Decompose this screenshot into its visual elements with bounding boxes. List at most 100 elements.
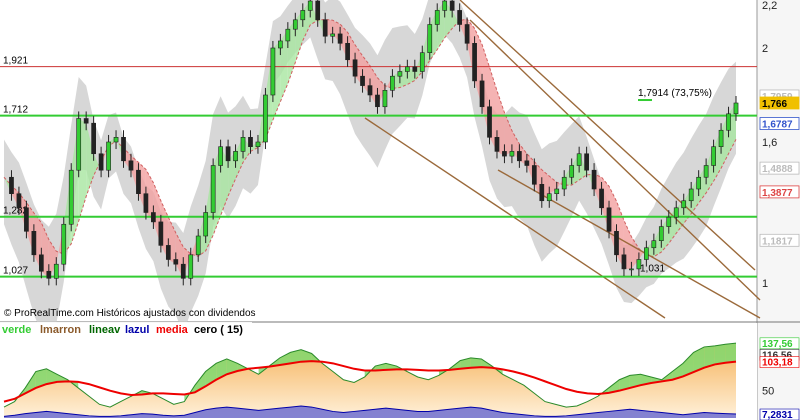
candle-body bbox=[31, 231, 37, 256]
legend-lineav: lineav bbox=[89, 324, 121, 336]
candle-body bbox=[151, 212, 156, 223]
candle-body bbox=[434, 10, 440, 25]
candle-body bbox=[136, 169, 141, 194]
price-tick-label: 1 bbox=[762, 278, 768, 290]
candle-body bbox=[61, 223, 67, 265]
candle-body bbox=[233, 151, 238, 162]
candle-body bbox=[569, 165, 575, 178]
candle-body bbox=[621, 254, 627, 270]
legend-media: media bbox=[156, 324, 189, 336]
candle-body bbox=[248, 137, 253, 148]
candle-body bbox=[479, 80, 485, 108]
indicator-tick-label: 50 bbox=[762, 386, 774, 398]
price-tick-label: 2 bbox=[762, 43, 768, 55]
candle-body bbox=[658, 226, 664, 242]
candle-body bbox=[591, 169, 597, 190]
candle-body bbox=[91, 122, 96, 155]
candle-body bbox=[165, 245, 171, 260]
candle-body bbox=[449, 0, 455, 11]
candle-body bbox=[240, 137, 246, 152]
candle-body bbox=[345, 42, 350, 61]
candle-body bbox=[651, 240, 657, 249]
candle-body bbox=[711, 146, 716, 166]
candle-body bbox=[629, 268, 634, 271]
candle-body bbox=[121, 137, 126, 162]
candle-body bbox=[292, 19, 298, 30]
candle-body bbox=[46, 270, 52, 279]
candle-body bbox=[502, 151, 507, 157]
low-annotation: 1,031 bbox=[640, 264, 665, 275]
candle-body bbox=[546, 193, 552, 202]
candle-body bbox=[382, 90, 388, 108]
indicator-label: 7,2831 bbox=[762, 410, 793, 420]
chart-canvas: 1,9211,7121,2821,027 11,622,2 1,79591,76… bbox=[0, 0, 800, 420]
watermark: © ProRealTime.com Históricos ajustados c… bbox=[4, 308, 256, 319]
candle-body bbox=[554, 188, 560, 194]
candle-body bbox=[561, 176, 567, 190]
candle-body bbox=[83, 118, 89, 124]
level-label: 1,921 bbox=[3, 56, 28, 67]
candle-body bbox=[307, 0, 313, 11]
legend-lmarron: lmarron bbox=[40, 324, 81, 336]
level-label: 1,712 bbox=[3, 105, 28, 116]
candle-body bbox=[285, 28, 291, 42]
candle-body bbox=[300, 10, 306, 21]
indicator-label: 137,56 bbox=[762, 339, 793, 350]
price-label: 1,1817 bbox=[762, 236, 793, 247]
high-annotation: 1,7914 (73,75%) bbox=[638, 88, 712, 99]
indicator-green-area bbox=[725, 343, 736, 363]
candle-body bbox=[666, 216, 672, 227]
candle-body bbox=[218, 146, 223, 166]
indicator-label: 103,18 bbox=[762, 358, 793, 369]
candle-body bbox=[113, 137, 119, 143]
candle-body bbox=[524, 160, 530, 166]
candle-body bbox=[315, 0, 321, 21]
price-tick-label: 2,2 bbox=[762, 0, 777, 12]
candle-body bbox=[76, 118, 82, 171]
candle-body bbox=[696, 176, 702, 190]
candle-body bbox=[337, 33, 343, 44]
price-label: 1,3877 bbox=[762, 188, 793, 199]
candle-body bbox=[487, 106, 492, 138]
price-label: 1,766 bbox=[762, 99, 787, 110]
level-label: 1,027 bbox=[3, 266, 28, 277]
candle-body bbox=[494, 137, 500, 152]
candle-body bbox=[644, 247, 649, 260]
candle-body bbox=[158, 221, 164, 246]
candle-body bbox=[16, 193, 22, 209]
candle-body bbox=[53, 263, 59, 279]
candle-body bbox=[210, 165, 216, 213]
candle-body bbox=[599, 188, 604, 209]
candle-body bbox=[457, 10, 462, 25]
candle-body bbox=[531, 165, 537, 185]
candle-body bbox=[419, 52, 425, 72]
candle-body bbox=[255, 141, 261, 147]
candle-body bbox=[681, 200, 687, 209]
candle-body bbox=[270, 47, 276, 96]
legend-verde: verde bbox=[2, 324, 31, 336]
chart-window: 1,9211,7121,2821,027 11,622,2 1,79591,76… bbox=[0, 0, 800, 420]
candle-body bbox=[330, 33, 336, 37]
candle-body bbox=[9, 176, 14, 195]
candle-body bbox=[322, 19, 328, 37]
candle-body bbox=[173, 259, 179, 265]
price-label: 1,4888 bbox=[762, 164, 793, 175]
candle-body bbox=[352, 59, 358, 77]
candle-body bbox=[576, 153, 582, 166]
candle-body bbox=[472, 42, 477, 82]
candle-body bbox=[584, 153, 589, 171]
candle-body bbox=[106, 141, 111, 171]
candle-body bbox=[539, 184, 545, 202]
candle-body bbox=[442, 0, 448, 11]
candle-body bbox=[464, 24, 470, 44]
candle-body bbox=[726, 113, 731, 131]
candle-body bbox=[68, 169, 74, 225]
candle-body bbox=[24, 207, 29, 232]
candle-body bbox=[412, 66, 418, 72]
candle-body bbox=[375, 94, 380, 108]
candle-body bbox=[517, 151, 522, 162]
candle-body bbox=[98, 153, 104, 171]
candle-body bbox=[195, 235, 201, 256]
candle-body bbox=[390, 75, 395, 91]
candle-body bbox=[203, 212, 209, 237]
